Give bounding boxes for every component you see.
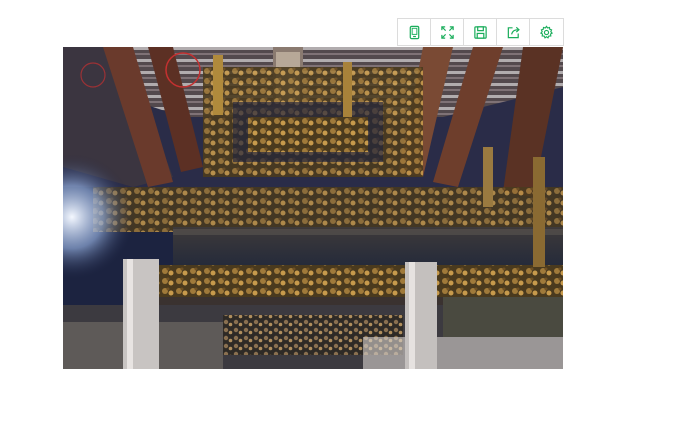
main-photo[interactable] (63, 47, 563, 369)
gear-icon (539, 24, 554, 39)
photo-artwork (63, 47, 563, 369)
save-button[interactable] (464, 19, 497, 45)
share-icon (507, 26, 520, 38)
settings-button[interactable] (530, 19, 563, 45)
image-viewer (0, 0, 689, 448)
mobile-view-button[interactable] (398, 19, 431, 45)
phone-icon (409, 25, 419, 39)
fullscreen-icon (440, 25, 454, 39)
save-icon (473, 25, 487, 39)
image-toolbar (397, 18, 564, 46)
share-button[interactable] (497, 19, 530, 45)
fullscreen-button[interactable] (431, 19, 464, 45)
